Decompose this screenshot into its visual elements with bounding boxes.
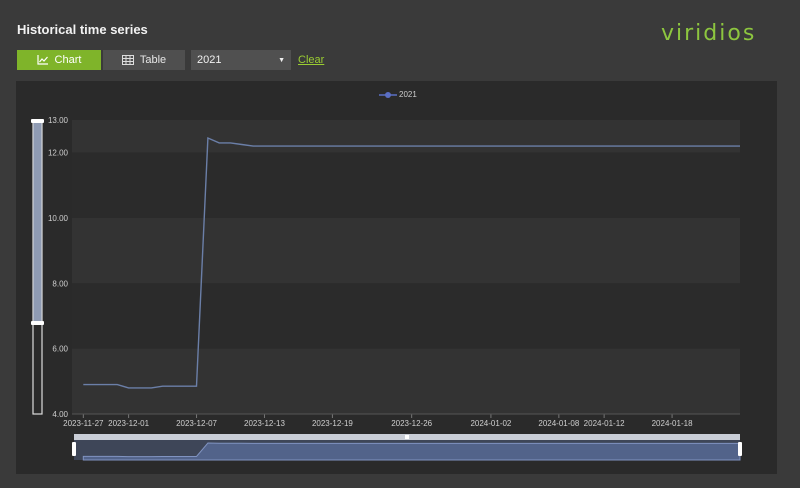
navigator-handle-left[interactable] — [72, 442, 76, 456]
x-tick-label: 2023-12-26 — [391, 419, 432, 428]
y-zoom-handle-bottom[interactable] — [31, 321, 44, 325]
y-zoom-selection[interactable] — [33, 121, 42, 323]
plot-band — [72, 152, 740, 218]
y-tick-label: 4.00 — [52, 410, 68, 419]
plot-bands — [72, 120, 740, 414]
x-tick-label: 2023-12-13 — [244, 419, 285, 428]
y-tick-label: 6.00 — [52, 345, 68, 354]
y-zoom-slider[interactable] — [31, 119, 44, 415]
x-axis-ticks: 2023-11-27 2023-12-01 2023-12-07 2023-12-13… — [63, 414, 693, 428]
x-navigator[interactable] — [72, 434, 742, 461]
x-tick-label: 2024-01-18 — [652, 419, 693, 428]
y-zoom-handle-top[interactable] — [31, 119, 44, 123]
y-tick-label: 10.00 — [48, 214, 69, 223]
x-tick-label: 2024-01-02 — [470, 419, 511, 428]
y-tick-label: 13.00 — [48, 116, 69, 125]
x-tick-label: 2023-11-27 — [63, 419, 104, 428]
x-tick-label: 2023-12-07 — [176, 419, 217, 428]
x-tick-label: 2023-12-01 — [108, 419, 149, 428]
x-tick-label: 2024-01-08 — [538, 419, 579, 428]
plot-band — [72, 218, 740, 284]
x-tick-label: 2024-01-12 — [584, 419, 625, 428]
plot-band — [72, 348, 740, 414]
plot-band — [72, 120, 740, 153]
navigator-handle-right[interactable] — [738, 442, 742, 456]
y-axis-ticks: 13.00 12.00 10.00 8.00 6.00 4.00 — [48, 116, 69, 419]
x-tick-label: 2023-12-19 — [312, 419, 353, 428]
plot-band — [72, 283, 740, 349]
time-series-chart: 13.0012.0010.008.006.004.00 2023-11-27 20… — [31, 116, 742, 461]
y-tick-label: 8.00 — [52, 279, 68, 288]
y-tick-label: 12.00 — [48, 149, 69, 158]
navigator-scroll-grip[interactable] — [405, 435, 409, 439]
